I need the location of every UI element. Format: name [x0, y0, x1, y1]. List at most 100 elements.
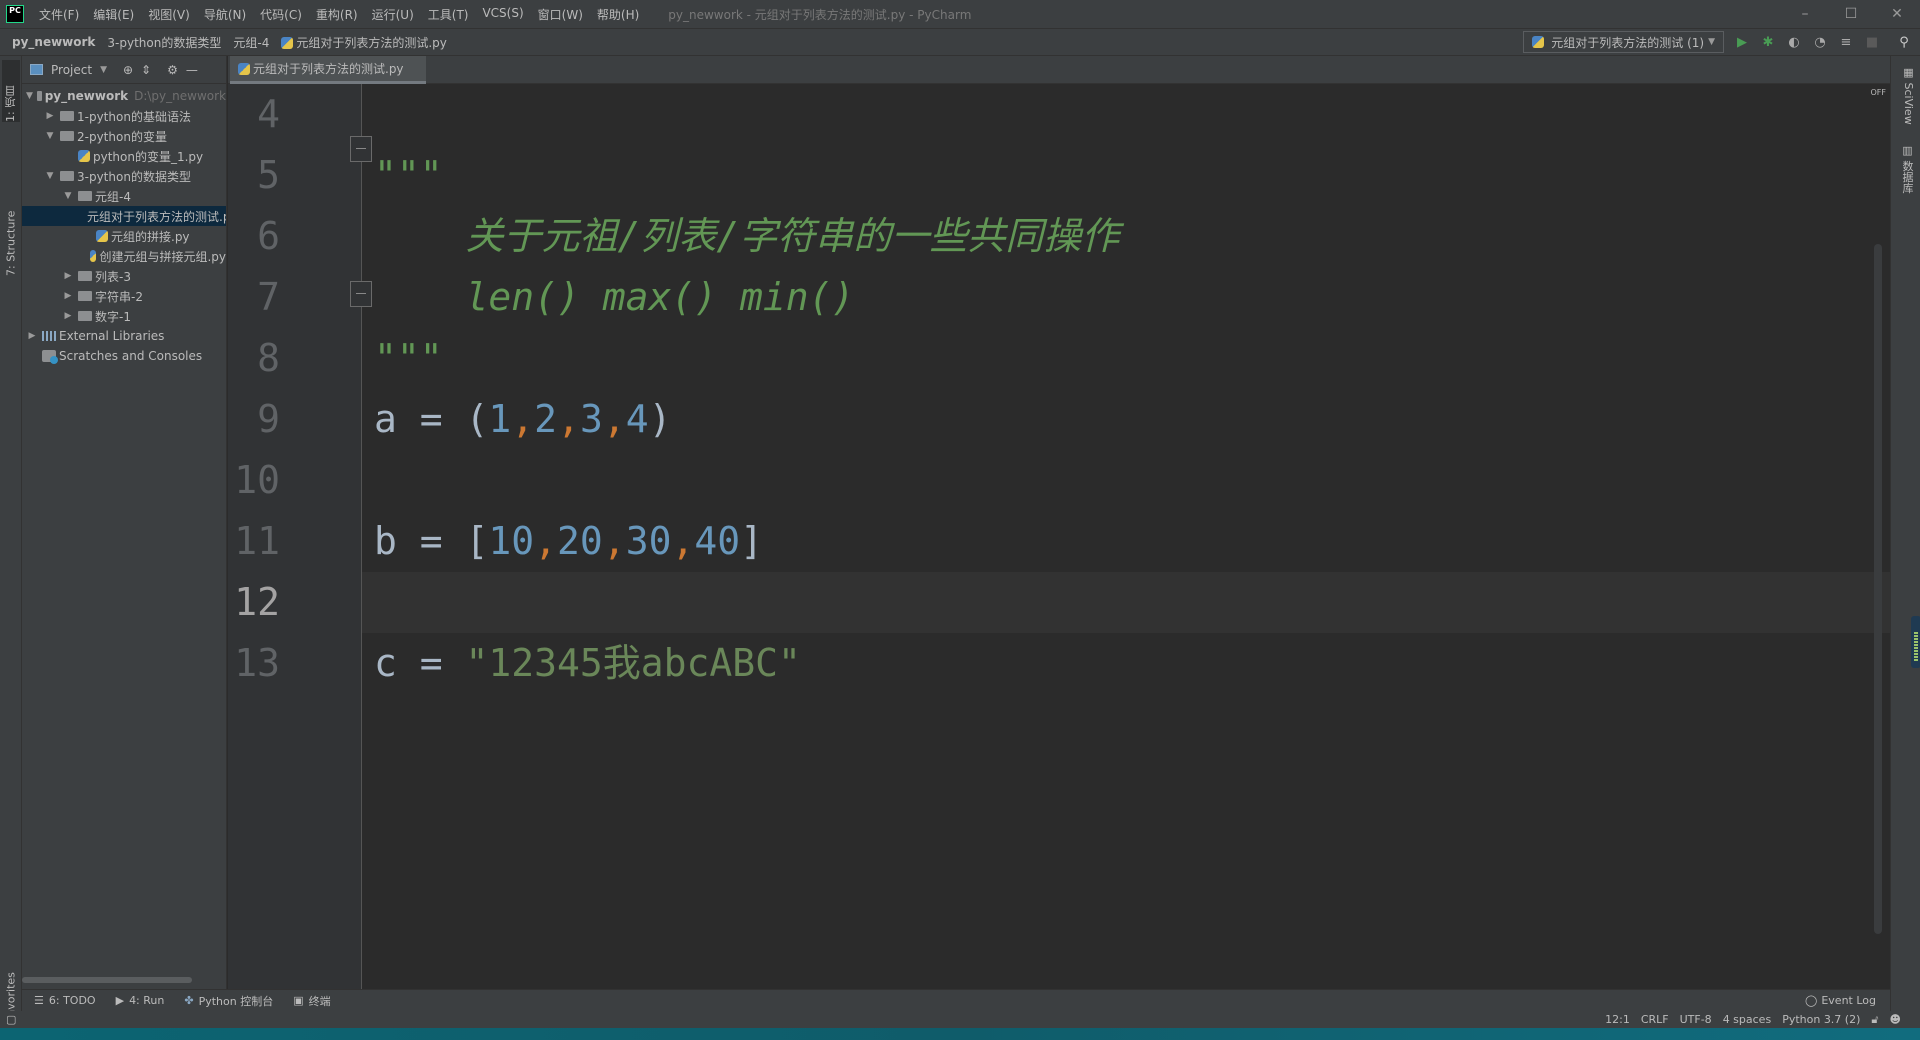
locate-file-icon[interactable]: ⊕	[123, 63, 133, 77]
menu-item[interactable]: VCS(S)	[475, 6, 530, 23]
code-editor[interactable]: 4 5 6 7 8 9 10 11 12 13 """ 关于元祖/列表/字符串的一些共同操作 le…	[228, 84, 1890, 989]
terminal-tool-button[interactable]: ▣ 终端	[293, 993, 330, 1009]
tree-item[interactable]: 创建元组与拼接元组.py	[22, 246, 226, 266]
menu-item[interactable]: 窗口(W)	[531, 6, 590, 23]
code-token: 20	[557, 519, 603, 563]
code-line[interactable]: """	[374, 328, 443, 389]
collapse-arrow-icon[interactable]: ▶	[62, 311, 74, 321]
code-line[interactable]: b = [10,20,30,40]	[374, 511, 763, 572]
code-line[interactable]: 关于元祖/列表/字符串的一些共同操作	[374, 206, 1120, 267]
code-token: 10	[488, 519, 535, 563]
tree-item[interactable]: ▼ 2-python的变量	[22, 126, 226, 146]
breadcrumb-file[interactable]: 元组对于列表方法的测试.py	[275, 34, 453, 51]
code-token: ,	[534, 519, 558, 563]
todo-tool-button[interactable]: ☰ 6: TODO	[34, 994, 96, 1007]
caret-position[interactable]: 12:1	[1605, 1013, 1630, 1026]
lock-icon[interactable]: 🔓︎	[1871, 1013, 1878, 1027]
tool-windows-toggle-icon[interactable]: ▢	[6, 1013, 16, 1026]
code-line[interactable]: c = "12345我abcABC"	[374, 633, 801, 694]
settings-gear-icon[interactable]: ⚙	[167, 63, 178, 77]
expand-arrow-icon[interactable]: ▼	[44, 131, 56, 141]
folder-icon	[78, 311, 92, 321]
coverage-icon[interactable]: ◐	[1786, 34, 1802, 50]
folder-icon	[78, 291, 92, 301]
tree-item[interactable]: ▶ 1-python的基础语法	[22, 106, 226, 126]
collapse-arrow-icon[interactable]: ▶	[62, 271, 74, 281]
indent-setting[interactable]: 4 spaces	[1723, 1013, 1772, 1026]
tree-item-label: 数字-1	[95, 309, 131, 324]
tree-item[interactable]: ▶ External Libraries	[22, 326, 226, 346]
tree-item[interactable]: python的变量_1.py	[22, 146, 226, 166]
tree-item[interactable]: 元组的拼接.py	[22, 226, 226, 246]
debug-icon[interactable]: ✱	[1760, 34, 1776, 50]
maximize-button[interactable]: ☐	[1828, 6, 1874, 22]
menu-item[interactable]: 文件(F)	[32, 6, 86, 23]
hide-panel-icon[interactable]: —	[186, 63, 198, 77]
inspection-status[interactable]: OFF	[1871, 88, 1887, 97]
tree-item[interactable]: ▶ 列表-3	[22, 266, 226, 286]
chevron-down-icon[interactable]: ▼	[100, 65, 107, 75]
file-encoding[interactable]: UTF-8	[1680, 1013, 1712, 1026]
database-tool-tab[interactable]: ▥ 数据库	[1895, 144, 1915, 224]
tree-item[interactable]: ▼ py_newwork D:\py_newwork	[22, 86, 226, 106]
minimize-button[interactable]: –	[1782, 6, 1828, 22]
tree-item[interactable]: Scratches and Consoles	[22, 346, 226, 366]
sciview-tool-tab[interactable]: ▦ SciView	[1895, 66, 1915, 146]
menu-item[interactable]: 帮助(H)	[590, 6, 646, 23]
code-line[interactable]: a = (1,2,3,4)	[374, 389, 672, 450]
code-line[interactable]: """	[374, 145, 443, 206]
run-configuration-select[interactable]: 元组对于列表方法的测试 (1) ▼	[1523, 31, 1724, 53]
event-log-button[interactable]: ◯ Event Log	[1805, 994, 1876, 1007]
tree-item[interactable]: ▶ 字符串-2	[22, 286, 226, 306]
tree-item[interactable]: ▼ 元组-4	[22, 186, 226, 206]
collapse-arrow-icon[interactable]: ▶	[26, 331, 38, 341]
expand-arrow-icon[interactable]: ▼	[44, 171, 56, 181]
code-token: )	[648, 397, 672, 441]
expand-arrow-icon[interactable]: ▼	[62, 191, 74, 201]
menu-item[interactable]: 运行(U)	[365, 6, 421, 23]
profile-icon[interactable]: ◔	[1812, 34, 1828, 50]
main-menu: 文件(F) 编辑(E) 视图(V) 导航(N) 代码(C) 重构(R) 运行(U) 工具(T)…	[32, 6, 646, 23]
editor-tab-active[interactable]: 元组对于列表方法的测试.py	[230, 56, 426, 84]
hector-inspector-icon[interactable]: ☻	[1890, 1013, 1901, 1026]
editor-vertical-scrollbar[interactable]	[1874, 244, 1882, 934]
menu-item[interactable]: 代码(C)	[253, 6, 309, 23]
expand-arrow-icon[interactable]: ▼	[26, 91, 33, 101]
python-interpreter[interactable]: Python 3.7 (2)	[1782, 1013, 1860, 1026]
run-tool-button[interactable]: ▶ 4: Run	[116, 994, 165, 1007]
tree-item[interactable]: ▼ 3-python的数据类型	[22, 166, 226, 186]
breadcrumb-folder[interactable]: 3-python的数据类型	[101, 34, 227, 51]
fold-marker-icon[interactable]	[350, 136, 372, 162]
project-panel-header: Project ▼ ⊕ ⇕ ⚙ —	[22, 56, 226, 84]
line-separator[interactable]: CRLF	[1641, 1013, 1669, 1026]
collapse-arrow-icon[interactable]: ▶	[44, 111, 56, 121]
tree-item[interactable]: 元组对于列表方法的测试.py	[22, 206, 226, 226]
code-token: 4	[625, 397, 649, 441]
window-title: py_newwork - 元组对于列表方法的测试.py - PyCharm	[668, 7, 972, 22]
run-configuration-label: 元组对于列表方法的测试 (1)	[1551, 35, 1705, 50]
menu-item[interactable]: 编辑(E)	[86, 6, 141, 23]
menu-item[interactable]: 工具(T)	[421, 6, 476, 23]
close-button[interactable]: ✕	[1874, 6, 1920, 22]
project-view-select[interactable]: Project	[51, 63, 92, 77]
left-tool-strip: 1: 项目 7: Structure 2: Favorites	[0, 56, 22, 1036]
breadcrumb-subfolder[interactable]: 元组-4	[227, 34, 275, 51]
search-icon[interactable]: ⚲	[1896, 34, 1912, 50]
python-console-tool-button[interactable]: ✤ Python 控制台	[184, 993, 273, 1009]
code-line[interactable]: len() max() min()	[374, 267, 855, 328]
code-token: b = [	[374, 519, 489, 563]
breadcrumb-project[interactable]: py_newwork	[0, 35, 101, 49]
project-horizontal-scrollbar[interactable]	[22, 977, 192, 983]
collapse-all-icon[interactable]: ⇕	[141, 63, 151, 77]
structure-tool-tab[interactable]: 7: Structure	[2, 136, 20, 276]
tree-item[interactable]: ▶ 数字-1	[22, 306, 226, 326]
fold-marker-icon[interactable]	[350, 281, 372, 307]
stop-icon[interactable]: ■	[1864, 34, 1880, 50]
run-icon[interactable]: ▶	[1734, 34, 1750, 50]
project-tool-tab[interactable]: 1: 项目	[2, 60, 20, 122]
menu-item[interactable]: 视图(V)	[141, 6, 197, 23]
menu-item[interactable]: 导航(N)	[197, 6, 253, 23]
menu-item[interactable]: 重构(R)	[309, 6, 365, 23]
collapse-arrow-icon[interactable]: ▶	[62, 291, 74, 301]
concurrency-icon[interactable]: ≡	[1838, 34, 1854, 50]
